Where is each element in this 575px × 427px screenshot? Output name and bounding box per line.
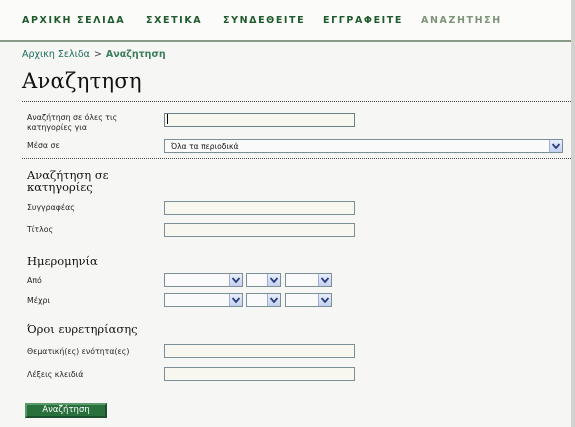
to-day-select[interactable]	[246, 293, 281, 307]
search-submit-button[interactable]: Αναζήτηση	[25, 403, 107, 418]
subjects-input[interactable]	[164, 344, 355, 358]
nav-home-link[interactable]: ΑΡΧΙΚΗ ΣΕΛΙΔΑ	[22, 15, 125, 26]
index-terms-heading: Όροι ευρετηρίασης	[27, 322, 138, 336]
keywords-input[interactable]	[164, 367, 355, 381]
nav-register-link[interactable]: ΕΓΓΡΑΦΕΙΤΕ	[323, 15, 403, 26]
nav-login-link[interactable]: ΣΥΝΔΕΘΕΙΤΕ	[223, 15, 305, 26]
keywords-label: Λέξεις κλειδιά	[27, 370, 84, 379]
to-month-select[interactable]	[164, 293, 243, 307]
from-day-select[interactable]	[246, 273, 281, 287]
breadcrumb-home-link[interactable]: Αρχικη Σελιδα	[22, 49, 90, 60]
nav-about-link[interactable]: ΣΧΕΤΙΚΑ	[146, 15, 202, 26]
chevron-down-icon[interactable]	[318, 274, 331, 286]
to-label: Μέχρι	[27, 296, 51, 305]
page: ΑΡΧΙΚΗ ΣΕΛΙΔΑ ΣΧΕΤΙΚΑ ΣΥΝΔΕΘΕΙΤΕ ΕΓΓΡΑΦΕ…	[0, 0, 571, 427]
breadcrumb-current[interactable]: Αναζητηση	[106, 49, 166, 60]
title-divider	[22, 101, 571, 102]
chevron-down-icon[interactable]	[549, 140, 562, 152]
journal-select-value: Όλα τα περιοδικά	[171, 142, 239, 151]
top-navigation: ΑΡΧΙΚΗ ΣΕΛΙΔΑ ΣΧΕΤΙΚΑ ΣΥΝΔΕΘΕΙΤΕ ΕΓΓΡΑΦΕ…	[0, 0, 571, 42]
section-divider-categories	[22, 158, 571, 159]
page-title: Αναζητηση	[22, 69, 142, 93]
author-input[interactable]	[164, 201, 355, 215]
categories-heading-line2: κατηγορίες	[27, 180, 93, 194]
categories-heading: Αναζήτηση σε κατηγορίες	[27, 169, 109, 193]
breadcrumb: Αρχικη Σελιδα > Αναζητηση	[22, 49, 166, 60]
title-label: Τίτλος	[27, 225, 54, 234]
search-all-label: Αναζήτηση σε όλες τις κατηγορίες για	[27, 113, 117, 133]
chevron-down-icon[interactable]	[229, 294, 242, 306]
subjects-label: Θεματική(ες) ενότητα(ες)	[27, 347, 130, 356]
search-all-input[interactable]	[164, 113, 355, 127]
from-month-select[interactable]	[164, 273, 243, 287]
journal-select[interactable]: Όλα τα περιοδικά	[164, 139, 563, 153]
chevron-down-icon[interactable]	[229, 274, 242, 286]
search-all-label-line1: Αναζήτηση σε όλες τις	[27, 113, 118, 122]
from-label: Από	[27, 276, 42, 285]
author-label: Συγγραφέας	[27, 203, 75, 212]
nav-search-link[interactable]: ΑΝΑΖΗΤΗΣΗ	[421, 15, 502, 26]
date-heading: Ημερομηνία	[27, 254, 98, 268]
search-all-label-line2: κατηγορίες για	[27, 123, 88, 132]
chevron-down-icon[interactable]	[267, 274, 280, 286]
to-year-select[interactable]	[285, 293, 332, 307]
breadcrumb-separator: >	[93, 49, 102, 60]
chevron-down-icon[interactable]	[318, 294, 331, 306]
chevron-down-icon[interactable]	[267, 294, 280, 306]
from-year-select[interactable]	[285, 273, 332, 287]
within-label: Μέσα σε	[27, 141, 60, 150]
text-cursor	[167, 114, 168, 124]
title-input[interactable]	[164, 223, 355, 237]
